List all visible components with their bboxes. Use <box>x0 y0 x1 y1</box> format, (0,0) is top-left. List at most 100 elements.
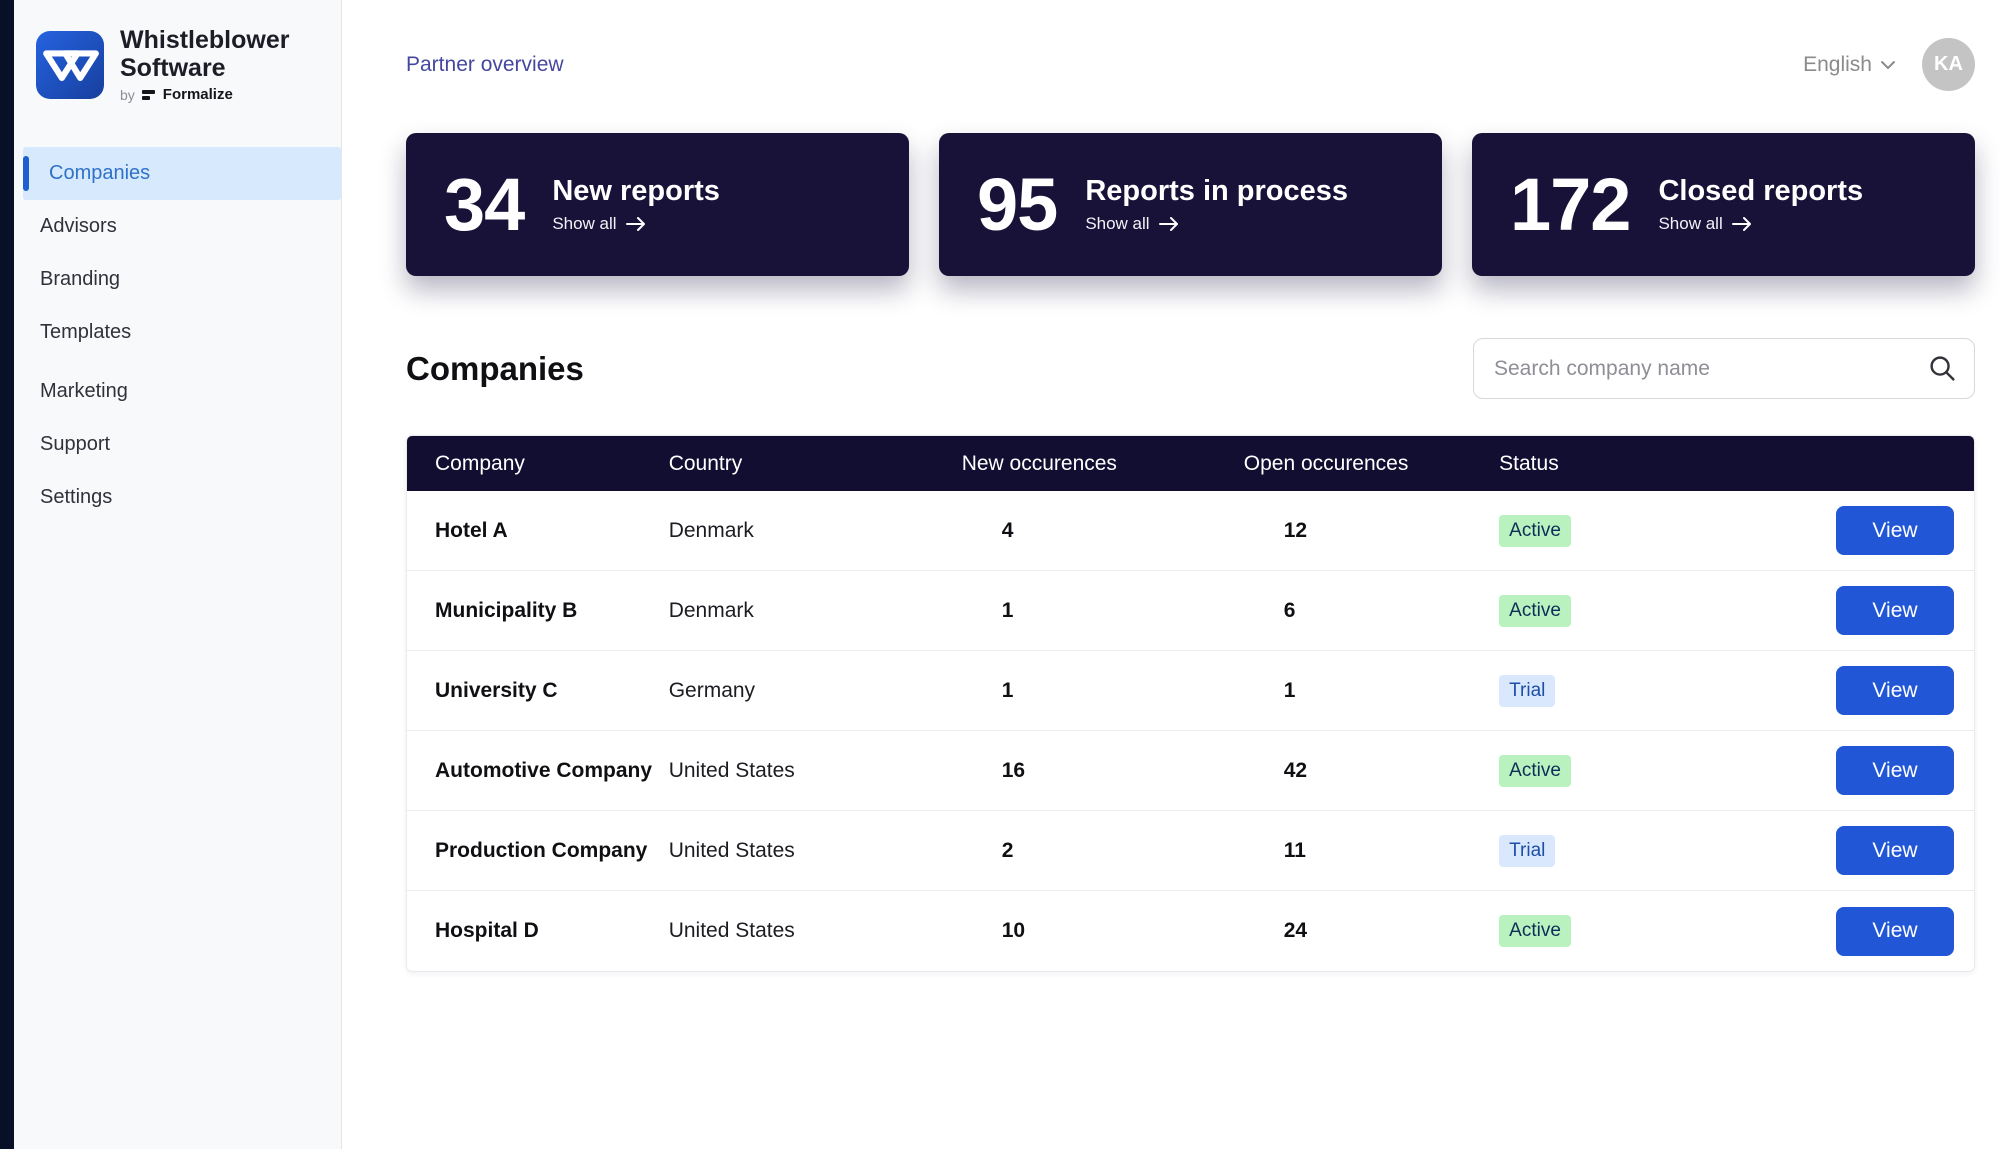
companies-table: Company Country New occurences Open occu… <box>406 435 1975 972</box>
column-header-new-occurences: New occurences <box>961 451 1117 475</box>
view-button[interactable]: View <box>1836 746 1954 795</box>
sidebar: Whistleblower Software by Formalize Comp… <box>14 0 342 1149</box>
status-cell: Trial <box>1499 674 1798 707</box>
search-input[interactable] <box>1473 338 1975 399</box>
sidebar-item-label: Marketing <box>40 380 128 402</box>
stat-cards: 34 New reports Show all 95 Reports in pr… <box>406 133 1975 276</box>
new-occurences-cell: 4 <box>1001 518 1014 542</box>
open-occurences-cell: 1 <box>1283 678 1296 702</box>
open-occurences-cell: 11 <box>1283 838 1306 862</box>
new-occurences-cell: 10 <box>1001 919 1026 942</box>
search-icon[interactable] <box>1928 354 1957 383</box>
brand-name-line2: Software <box>120 54 226 82</box>
sidebar-item-label: Branding <box>40 268 121 290</box>
sidebar-item-templates[interactable]: Templates <box>14 306 341 359</box>
sidebar-item-support[interactable]: Support <box>14 418 341 471</box>
show-all-link[interactable]: Show all <box>1085 214 1348 234</box>
topbar: Partner overview English KA <box>406 38 1975 91</box>
language-selector[interactable]: English <box>1803 53 1896 77</box>
byline-prefix: by <box>120 86 135 103</box>
country-cell: Denmark <box>668 598 754 622</box>
new-occurences-cell: 1 <box>1001 678 1014 702</box>
brand-name-line1: Whistleblower <box>120 26 290 54</box>
window-edge-strip <box>0 0 14 1149</box>
table-row: Automotive Company United States 16 42 A… <box>407 731 1974 811</box>
view-button[interactable]: View <box>1836 826 1954 875</box>
stat-value: 172 <box>1510 163 1631 246</box>
status-cell: Active <box>1499 915 1798 947</box>
chevron-down-icon <box>1881 60 1895 69</box>
arrow-right-icon <box>1158 216 1178 231</box>
sidebar-item-settings[interactable]: Settings <box>14 471 341 524</box>
sidebar-item-companies[interactable]: Companies <box>23 147 341 200</box>
sidebar-nav: Companies Advisors Branding Templates Ma… <box>14 147 341 524</box>
column-header-status: Status <box>1499 451 1559 475</box>
show-all-link[interactable]: Show all <box>552 214 720 234</box>
company-cell: Production Company <box>435 838 648 862</box>
sidebar-item-advisors[interactable]: Advisors <box>14 200 341 253</box>
table-row: Hotel A Denmark 4 12 Active View <box>407 491 1974 571</box>
stat-title: New reports <box>552 175 720 208</box>
show-all-label: Show all <box>1658 213 1723 233</box>
show-all-link[interactable]: Show all <box>1658 214 1863 234</box>
sidebar-item-branding[interactable]: Branding <box>14 253 341 306</box>
brand-logo: Whistleblower Software by Formalize <box>14 26 341 103</box>
view-button[interactable]: View <box>1836 586 1954 635</box>
main-content: Partner overview English KA 34 New repor… <box>342 0 2000 1149</box>
table-row: Municipality B Denmark 1 6 Active View <box>407 571 1974 651</box>
table-row: Hospital D United States 10 24 Active Vi… <box>407 891 1974 971</box>
stat-title: Reports in process <box>1085 175 1348 208</box>
page-title: Companies <box>406 349 584 387</box>
status-badge: Trial <box>1499 674 1556 707</box>
new-occurences-cell: 16 <box>1001 758 1026 782</box>
topbar-right: English KA <box>1803 38 1975 91</box>
action-cell: View <box>1798 586 1974 635</box>
status-cell: Active <box>1499 514 1798 547</box>
sidebar-item-label: Companies <box>49 162 151 184</box>
company-cell: Hospital D <box>435 919 539 942</box>
show-all-label: Show all <box>552 213 617 233</box>
status-cell: Active <box>1499 594 1798 627</box>
search-box <box>1473 338 1975 399</box>
table-row: University C Germany 1 1 Trial View <box>407 651 1974 731</box>
sidebar-item-label: Advisors <box>40 215 117 237</box>
table-row: Production Company United States 2 11 Tr… <box>407 811 1974 891</box>
stat-card-new-reports[interactable]: 34 New reports Show all <box>406 133 909 276</box>
action-cell: View <box>1798 906 1974 956</box>
column-header-country: Country <box>668 451 743 475</box>
open-occurences-cell: 24 <box>1283 919 1308 942</box>
arrow-right-icon <box>1731 216 1751 231</box>
avatar[interactable]: KA <box>1922 38 1975 91</box>
view-button[interactable]: View <box>1836 506 1954 555</box>
table-header: Company Country New occurences Open occu… <box>407 436 1974 491</box>
action-cell: View <box>1798 826 1974 875</box>
view-button[interactable]: View <box>1836 906 1954 956</box>
brand-name: Whistleblower Software by Formalize <box>120 26 289 103</box>
brand-byline: by Formalize <box>120 86 289 103</box>
active-indicator-bar <box>23 156 29 191</box>
whistleblower-logo-icon <box>36 30 104 99</box>
stat-text: Reports in process Show all <box>1085 175 1348 233</box>
company-cell: Municipality B <box>435 598 578 622</box>
status-badge: Trial <box>1499 834 1556 867</box>
language-label: English <box>1803 52 1872 76</box>
column-header-open-occurences: Open occurences <box>1243 451 1409 475</box>
status-cell: Trial <box>1499 834 1798 867</box>
companies-section-header: Companies <box>406 338 1975 399</box>
view-button[interactable]: View <box>1836 666 1954 715</box>
status-badge: Active <box>1499 915 1571 947</box>
sidebar-item-label: Templates <box>40 321 132 343</box>
column-header-company: Company <box>435 451 525 475</box>
open-occurences-cell: 12 <box>1283 518 1308 542</box>
stat-value: 95 <box>977 163 1058 246</box>
sidebar-item-label: Settings <box>40 486 113 508</box>
stat-value: 34 <box>444 163 525 246</box>
byline-brand: Formalize <box>162 86 233 103</box>
status-cell: Active <box>1499 754 1798 787</box>
breadcrumb[interactable]: Partner overview <box>406 53 564 77</box>
stat-card-closed-reports[interactable]: 172 Closed reports Show all <box>1472 133 1975 276</box>
stat-card-reports-in-process[interactable]: 95 Reports in process Show all <box>939 133 1442 276</box>
open-occurences-cell: 42 <box>1283 758 1308 782</box>
country-cell: United States <box>668 919 795 942</box>
sidebar-item-marketing[interactable]: Marketing <box>14 365 341 418</box>
